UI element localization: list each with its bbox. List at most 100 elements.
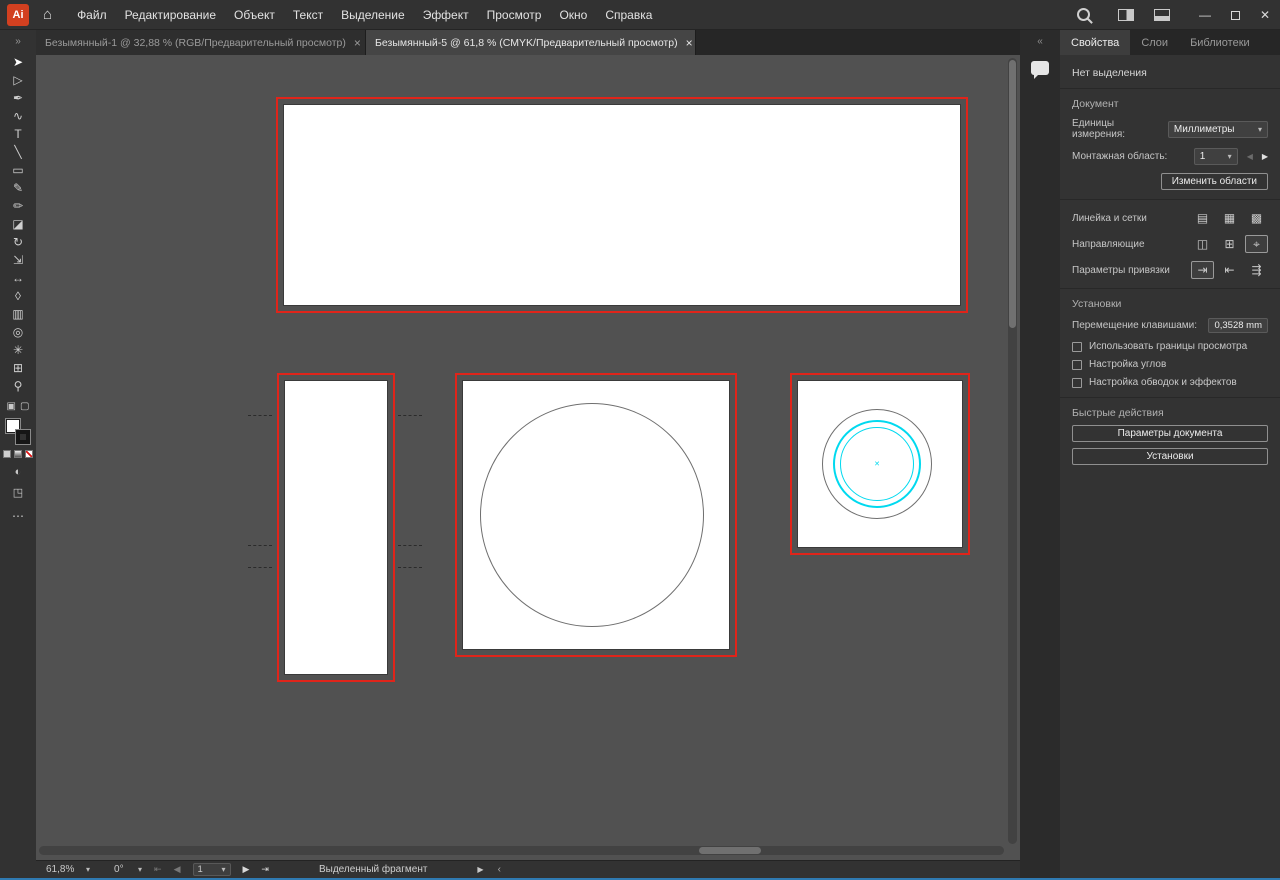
ruler-icon[interactable]: ▤	[1191, 209, 1214, 227]
rotation-menu-icon[interactable]: ▾	[138, 865, 142, 874]
artboard-2[interactable]	[277, 373, 395, 682]
direct-selection-tool[interactable]: ▷	[0, 71, 36, 89]
artboard-number-field[interactable]: 1 ▾	[193, 863, 231, 876]
artboard-1[interactable]	[276, 97, 968, 313]
last-artboard-icon[interactable]: ⇥	[261, 864, 269, 875]
menu-effect[interactable]: Эффект	[414, 0, 478, 30]
previous-artboard-icon[interactable]: ◀	[174, 864, 181, 875]
pencil-tool[interactable]: ✏	[0, 197, 36, 215]
rotate-tool[interactable]: ↻	[0, 233, 36, 251]
window-close-button[interactable]: ✕	[1250, 8, 1280, 22]
artboard-1-surface[interactable]	[283, 104, 961, 306]
lock-guides-icon[interactable]: ⊞	[1218, 235, 1241, 253]
scale-tool[interactable]: ⇲	[0, 251, 36, 269]
preferences-button[interactable]: Установки	[1072, 448, 1268, 465]
document-tab-1[interactable]: Безымянный-1 @ 32,88 % (RGB/Предваритель…	[36, 30, 366, 55]
tab-close-icon[interactable]: ×	[686, 36, 693, 50]
curvature-tool[interactable]: ∿	[0, 107, 36, 125]
next-artboard-icon[interactable]: ▶	[243, 864, 250, 875]
line-segment-tool[interactable]: ╲	[0, 143, 36, 161]
more-tools-icon[interactable]: ⋯	[12, 509, 24, 523]
toolbar-collapse-icon[interactable]: »	[0, 30, 36, 53]
first-artboard-icon[interactable]: ⇤	[154, 864, 162, 875]
menu-window[interactable]: Окно	[550, 0, 596, 30]
window-maximize-button[interactable]	[1220, 8, 1250, 22]
type-tool[interactable]: T	[0, 125, 36, 143]
tab-libraries[interactable]: Библиотеки	[1179, 30, 1261, 55]
tab-layers[interactable]: Слои	[1130, 30, 1179, 55]
eraser-tool[interactable]: ◪	[0, 215, 36, 233]
artboard-tool[interactable]: ⊞	[0, 359, 36, 377]
gradient-icon[interactable]	[14, 450, 22, 458]
menu-type[interactable]: Текст	[284, 0, 332, 30]
transparency-grid-icon[interactable]: ▩	[1245, 209, 1268, 227]
menu-select[interactable]: Выделение	[332, 0, 414, 30]
zoom-tool[interactable]: ⚲	[0, 377, 36, 395]
edit-artboards-row: Изменить области	[1072, 173, 1268, 190]
gradient-tool[interactable]: ▥	[0, 305, 36, 323]
smart-guides-icon[interactable]: ⌖	[1245, 235, 1268, 253]
workspace-switcher-icon[interactable]	[1154, 9, 1170, 21]
prev-artboard-icon[interactable]: ◀	[1247, 152, 1253, 161]
guides-icon[interactable]: ◫	[1191, 235, 1214, 253]
status-menu-icon[interactable]: ▶	[477, 865, 483, 874]
arrange-documents-icon[interactable]	[1118, 9, 1134, 21]
rotation-angle[interactable]: 0°	[114, 864, 132, 875]
snap-to-point-icon[interactable]: ⇥	[1191, 261, 1214, 279]
comments-panel-icon[interactable]	[1031, 61, 1049, 75]
menu-file[interactable]: Файл	[68, 0, 116, 30]
grid-icon[interactable]: ▦	[1218, 209, 1241, 227]
selection-tool[interactable]: ➤	[0, 53, 36, 71]
symbol-sprayer-tool[interactable]: ✳	[0, 341, 36, 359]
corner-settings-checkbox[interactable]	[1072, 360, 1082, 370]
horizontal-scrollbar-thumb[interactable]	[699, 847, 761, 854]
menu-object[interactable]: Объект	[225, 0, 284, 30]
units-dropdown[interactable]: Миллиметры ▾	[1168, 121, 1268, 138]
scroll-left-icon[interactable]: ‹	[498, 864, 501, 875]
tab-properties[interactable]: Свойства	[1060, 30, 1130, 55]
eyedropper-tool[interactable]: ◊	[0, 287, 36, 305]
use-preview-bounds-checkbox[interactable]	[1072, 342, 1082, 352]
home-icon[interactable]: ⌂	[43, 6, 52, 23]
expand-panels-icon[interactable]: «	[1037, 30, 1043, 53]
snap-to-glyph-icon[interactable]: ⇶	[1245, 261, 1268, 279]
search-icon[interactable]	[1077, 8, 1090, 21]
menu-help[interactable]: Справка	[596, 0, 661, 30]
properties-panel: Свойства Слои Библиотеки Нет выделения Д…	[1060, 30, 1280, 878]
next-artboard-icon[interactable]: ▶	[1262, 152, 1268, 161]
window-minimize-button[interactable]: —	[1190, 8, 1220, 22]
pen-tool[interactable]: ✒	[0, 89, 36, 107]
zoom-level[interactable]: 61,8%	[46, 864, 80, 875]
tab-close-icon[interactable]: ×	[354, 36, 361, 50]
color-icon[interactable]	[3, 450, 11, 458]
menu-view[interactable]: Просмотр	[478, 0, 551, 30]
draw-normal-icon[interactable]: ▣	[7, 401, 16, 412]
horizontal-scrollbar[interactable]	[39, 846, 1004, 855]
scale-strokes-effects-checkbox[interactable]	[1072, 378, 1082, 388]
none-icon[interactable]	[25, 450, 33, 458]
rectangle-tool[interactable]: ▭	[0, 161, 36, 179]
document-setup-button[interactable]: Параметры документа	[1072, 425, 1268, 442]
keyboard-increment-field[interactable]: 0,3528 mm	[1208, 318, 1268, 333]
clipping-mask-icon[interactable]: ◐	[15, 466, 22, 478]
status-indicator[interactable]: Выделенный фрагмент	[319, 864, 427, 875]
draw-behind-icon[interactable]: ▢	[20, 401, 29, 412]
document-tab-2[interactable]: Безымянный-5 @ 61,8 % (CMYK/Предваритель…	[366, 30, 696, 55]
screen-mode-icon[interactable]: ◳	[13, 486, 23, 499]
width-tool[interactable]: ↔	[0, 269, 36, 287]
artboard-2-surface[interactable]	[284, 380, 388, 675]
draw-mode-group: ▣ ▢	[7, 401, 30, 412]
blend-tool[interactable]: ◎	[0, 323, 36, 341]
canvas[interactable]: ✕	[36, 55, 1020, 860]
chevron-down-icon: ▾	[221, 865, 225, 874]
paintbrush-tool[interactable]: ✎	[0, 179, 36, 197]
artboard-number-dropdown[interactable]: 1 ▾	[1194, 148, 1238, 165]
zoom-menu-icon[interactable]: ▾	[86, 865, 90, 874]
menu-edit[interactable]: Редактирование	[116, 0, 225, 30]
vertical-scrollbar[interactable]	[1008, 58, 1017, 844]
edit-artboards-button[interactable]: Изменить области	[1161, 173, 1268, 190]
large-circle-shape[interactable]	[480, 403, 704, 627]
snap-to-grid-icon[interactable]: ⇤	[1218, 261, 1241, 279]
vertical-scrollbar-thumb[interactable]	[1009, 60, 1016, 328]
stroke-swatch[interactable]	[16, 430, 30, 444]
